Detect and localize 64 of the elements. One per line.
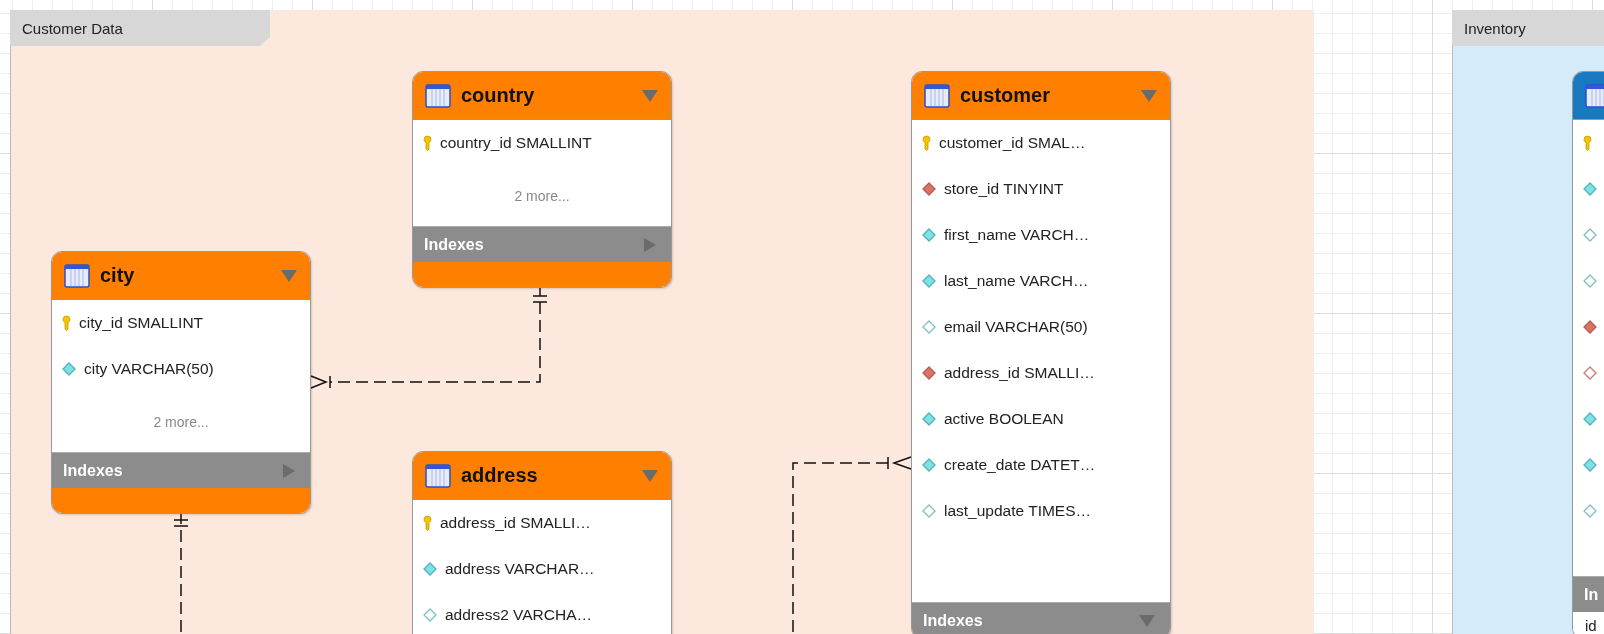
diamond-icon xyxy=(922,228,936,242)
diamond-icon xyxy=(922,366,936,380)
column-label: last_update TIMES… xyxy=(944,502,1092,520)
indexes-bar[interactable]: Indexes xyxy=(912,602,1170,634)
column-label: last_name VARCH… xyxy=(944,272,1089,290)
diamond-icon xyxy=(62,362,76,376)
key-icon xyxy=(423,515,432,531)
key-icon xyxy=(1583,135,1592,151)
indexes-bar[interactable]: Indexes xyxy=(413,226,671,262)
table-icon xyxy=(1585,83,1604,108)
table-name: customer xyxy=(960,84,1052,107)
diamond-icon xyxy=(423,608,437,622)
key-icon xyxy=(62,315,71,331)
column-label: address_id SMALLI… xyxy=(440,514,591,532)
table-name: city xyxy=(100,264,136,287)
diamond-icon xyxy=(423,562,437,576)
column-label: country_id SMALLINT xyxy=(440,134,592,152)
caret-icon xyxy=(1138,613,1156,628)
column-label: city VARCHAR(50) xyxy=(84,360,214,378)
play-arrow-icon xyxy=(643,236,657,253)
table-name: country xyxy=(461,84,536,107)
column-label: first_name VARCH… xyxy=(944,226,1090,244)
caret-icon[interactable] xyxy=(641,468,659,483)
diamond-icon xyxy=(1583,458,1597,472)
more-columns-link[interactable]: 2 more... xyxy=(153,414,209,430)
caret-icon[interactable] xyxy=(1140,88,1158,103)
diamond-icon xyxy=(922,320,936,334)
indexes-bar[interactable]: In xyxy=(1573,576,1604,612)
caret-icon[interactable] xyxy=(280,268,298,283)
column-label: customer_id SMAL… xyxy=(939,134,1086,152)
diamond-icon xyxy=(922,458,936,472)
play-arrow-icon xyxy=(282,462,296,479)
column-label: store_id TINYINT xyxy=(944,180,1064,198)
diamond-icon xyxy=(922,504,936,518)
column-label: city_id SMALLINT xyxy=(79,314,204,332)
layer-title: Customer Data xyxy=(10,10,270,46)
column-label: create_date DATET… xyxy=(944,456,1096,474)
table-icon xyxy=(425,83,451,108)
diamond-icon xyxy=(922,274,936,288)
key-icon xyxy=(922,135,931,151)
diamond-icon xyxy=(1583,366,1597,380)
caret-icon[interactable] xyxy=(641,88,659,103)
layer-title: Inventory xyxy=(1452,10,1604,46)
diamond-icon xyxy=(1583,182,1597,196)
column-label: address VARCHAR… xyxy=(445,560,595,578)
column-label: active BOOLEAN xyxy=(944,410,1064,428)
table-name: address xyxy=(461,464,539,487)
column-label: address_id SMALLI… xyxy=(944,364,1095,382)
diamond-icon xyxy=(1583,274,1597,288)
diamond-icon xyxy=(1583,412,1597,426)
diamond-icon xyxy=(1583,228,1597,242)
key-icon xyxy=(423,135,432,151)
diamond-icon xyxy=(922,182,936,196)
index-label: id xyxy=(1585,616,1597,634)
more-columns-link[interactable]: 2 more... xyxy=(514,188,570,204)
indexes-bar[interactable]: Indexes xyxy=(52,452,310,488)
column-label: address2 VARCHA… xyxy=(445,606,592,624)
column-label: email VARCHAR(50) xyxy=(944,318,1088,336)
table-icon xyxy=(64,263,90,288)
table-icon xyxy=(924,83,950,108)
diamond-icon xyxy=(1583,504,1597,518)
table-icon xyxy=(425,463,451,488)
diamond-icon xyxy=(1583,320,1597,334)
diamond-icon xyxy=(922,412,936,426)
